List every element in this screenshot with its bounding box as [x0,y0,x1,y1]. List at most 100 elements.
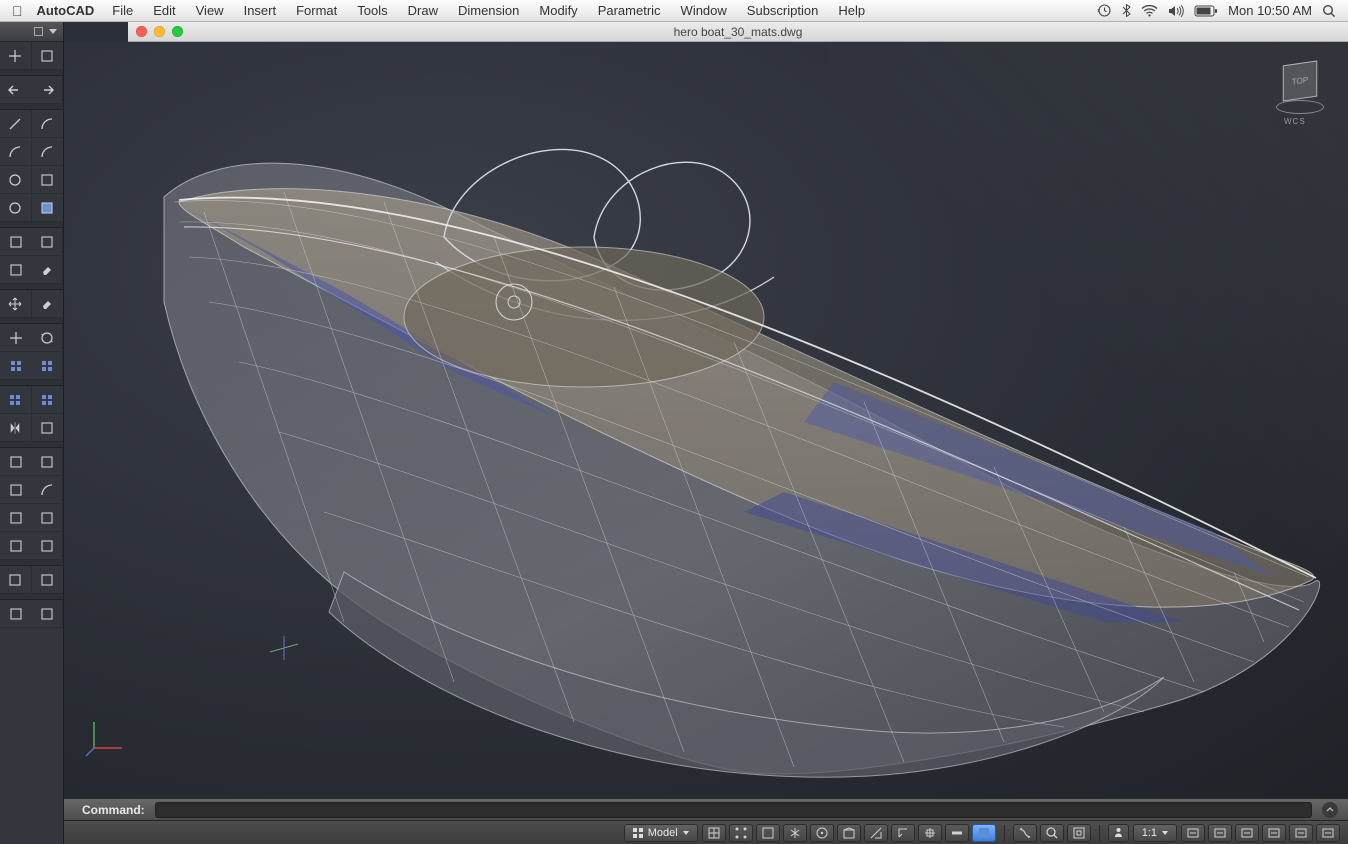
close-window-button[interactable] [136,26,147,37]
status-bar: Model 1:1 [64,820,1348,844]
bluetooth-icon[interactable] [1122,3,1131,18]
3dosnap-toggle[interactable] [837,824,861,842]
rectangle-tool[interactable] [32,166,64,194]
dim-radius-tool[interactable] [0,476,32,504]
battery-icon[interactable] [1194,5,1218,17]
ortho-toggle[interactable] [756,824,780,842]
dim-style-tool[interactable] [0,566,32,594]
anno-sync[interactable] [1316,824,1340,842]
mirror-tool[interactable] [0,414,32,442]
ellipse-tool[interactable] [0,194,32,222]
paste-tool[interactable] [32,228,64,256]
sidebar-header[interactable] [0,22,63,42]
command-history-button[interactable] [1322,802,1338,818]
fillet-tool[interactable] [32,504,64,532]
menu-edit[interactable]: Edit [143,3,185,18]
dyn-toggle[interactable] [918,824,942,842]
lwt-toggle[interactable] [945,824,969,842]
spline-tool[interactable] [32,138,64,166]
erase-tool[interactable] [32,290,64,318]
section-tool[interactable] [32,566,64,594]
dim-linear-tool[interactable] [0,448,32,476]
polyline-tool[interactable] [0,138,32,166]
chevron-down-icon [1162,831,1168,835]
polar-toggle[interactable] [783,824,807,842]
minimize-window-button[interactable] [154,26,165,37]
dim-break-tool[interactable] [32,532,64,560]
dim-arc-tool[interactable] [32,476,64,504]
block-tool[interactable] [0,386,32,414]
otrack-toggle[interactable] [864,824,888,842]
menu-insert[interactable]: Insert [234,3,287,18]
object-tool[interactable] [32,42,64,70]
circle-tool[interactable] [0,166,32,194]
zoom-tool[interactable] [1040,824,1064,842]
annotation-scale-filter[interactable] [1108,824,1129,842]
annotation-scale[interactable]: 1:1 [1133,824,1177,842]
copy-tool[interactable] [0,228,32,256]
anno-filter[interactable] [1181,824,1205,842]
model-viewport[interactable]: TOP WCS [64,42,1348,798]
menu-tools[interactable]: Tools [347,3,397,18]
field-tool[interactable] [32,600,64,628]
point-tool[interactable] [0,42,32,70]
transparency-toggle[interactable] [972,824,996,842]
paint-tool[interactable] [32,256,64,284]
menu-help[interactable]: Help [828,3,875,18]
menu-view[interactable]: View [186,3,234,18]
grid-toggle[interactable] [702,824,726,842]
menubar-clock[interactable]: Mon 10:50 AM [1228,3,1312,18]
menu-subscription[interactable]: Subscription [737,3,829,18]
command-input[interactable] [155,802,1312,818]
snap-toggle[interactable] [729,824,753,842]
ducs-toggle[interactable] [891,824,915,842]
chevron-down-icon [683,831,689,835]
layout-tool[interactable] [32,352,64,380]
menu-file[interactable]: File [102,3,143,18]
spotlight-icon[interactable] [1322,4,1336,18]
dim-angular-tool[interactable] [32,448,64,476]
offset-tool[interactable] [32,414,64,442]
grid-tool[interactable] [32,386,64,414]
apple-menu-icon[interactable]:  [0,3,37,19]
pan-tool[interactable] [1013,824,1037,842]
menu-modify[interactable]: Modify [529,3,587,18]
redo-tool[interactable] [32,76,64,104]
viewcube[interactable]: TOP WCS [1270,60,1330,114]
menu-dimension[interactable]: Dimension [448,3,529,18]
measure-tool[interactable] [0,256,32,284]
dim-edit-tool[interactable] [0,532,32,560]
menu-draw[interactable]: Draw [398,3,448,18]
person-icon [1113,827,1124,838]
arc-tool[interactable] [32,110,64,138]
zoom-window-button[interactable] [172,26,183,37]
volume-icon[interactable] [1168,5,1184,17]
menu-window[interactable]: Window [671,3,737,18]
orbit-tool[interactable] [32,324,64,352]
anno-auto[interactable] [1262,824,1286,842]
timemachine-icon[interactable] [1097,3,1112,18]
menu-parametric[interactable]: Parametric [588,3,671,18]
app-name[interactable]: AutoCAD [37,3,95,18]
osnap-toggle[interactable] [810,824,834,842]
viewcube-face[interactable]: TOP [1283,60,1317,101]
viewcube-ucs-label: WCS [1284,117,1306,126]
hatch-tool[interactable] [32,194,64,222]
viewcube-compass[interactable] [1276,100,1324,114]
anno-scale[interactable] [1208,824,1232,842]
wifi-icon[interactable] [1141,5,1158,17]
zoom-extents-tool[interactable] [1067,824,1091,842]
anno-workspace[interactable] [1289,824,1313,842]
undo-tool[interactable] [0,76,32,104]
anno-visibility[interactable] [1235,824,1259,842]
array-tool[interactable] [0,352,32,380]
leader-tool[interactable] [0,504,32,532]
window-titlebar: hero boat_30_mats.dwg [128,22,1348,42]
table-tool[interactable] [0,600,32,628]
move-tool[interactable] [0,290,32,318]
line-tool[interactable] [0,110,32,138]
command-label: Command: [82,803,145,817]
model-space-switch[interactable]: Model [624,824,698,842]
rotate-tool[interactable] [0,324,32,352]
menu-format[interactable]: Format [286,3,347,18]
